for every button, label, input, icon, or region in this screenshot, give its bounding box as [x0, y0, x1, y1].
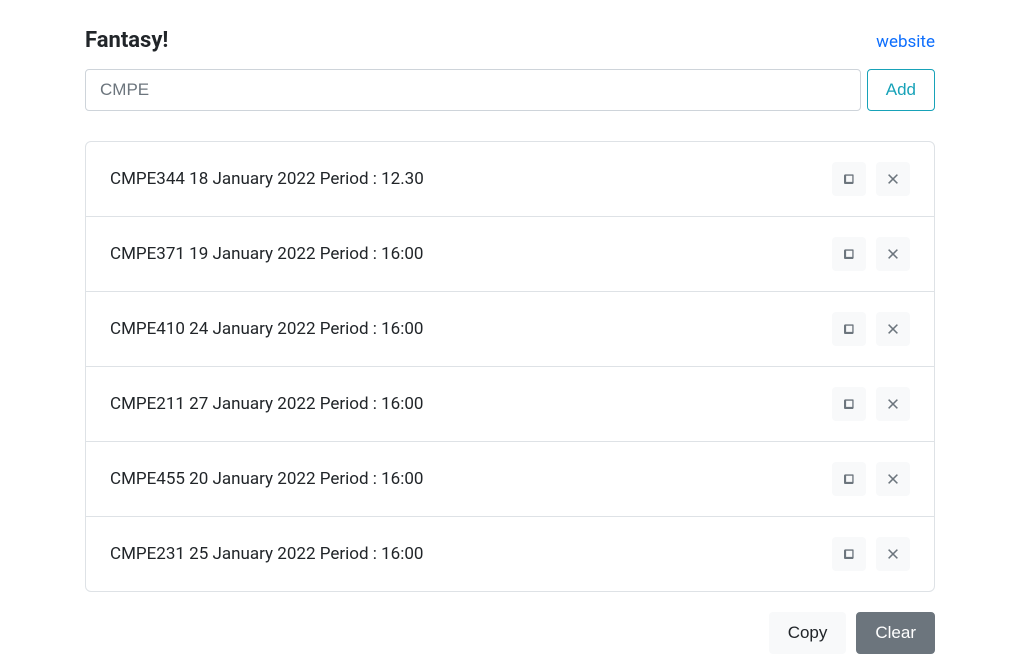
course-input[interactable] [85, 69, 861, 111]
close-icon[interactable] [876, 387, 910, 421]
item-actions [832, 537, 910, 571]
page-title: Fantasy! [85, 28, 168, 53]
list-item: CMPE455 20 January 2022 Period : 16:00 [86, 442, 934, 517]
close-icon[interactable] [876, 462, 910, 496]
list-item: CMPE410 24 January 2022 Period : 16:00 [86, 292, 934, 367]
list-item: CMPE211 27 January 2022 Period : 16:00 [86, 367, 934, 442]
item-actions [832, 387, 910, 421]
item-actions [832, 312, 910, 346]
list-item: CMPE371 19 January 2022 Period : 16:00 [86, 217, 934, 292]
item-actions [832, 237, 910, 271]
website-link[interactable]: website [876, 32, 935, 52]
item-actions [832, 462, 910, 496]
close-icon[interactable] [876, 237, 910, 271]
checkbox-icon[interactable] [832, 462, 866, 496]
list-item: CMPE231 25 January 2022 Period : 16:00 [86, 517, 934, 591]
close-icon[interactable] [876, 162, 910, 196]
add-button[interactable]: Add [867, 69, 935, 111]
checkbox-icon[interactable] [832, 162, 866, 196]
close-icon[interactable] [876, 537, 910, 571]
item-actions [832, 162, 910, 196]
item-text: CMPE211 27 January 2022 Period : 16:00 [110, 394, 423, 414]
item-list: CMPE344 18 January 2022 Period : 12.30 CM… [85, 141, 935, 592]
checkbox-icon[interactable] [832, 312, 866, 346]
checkbox-icon[interactable] [832, 237, 866, 271]
item-text: CMPE371 19 January 2022 Period : 16:00 [110, 244, 423, 264]
close-icon[interactable] [876, 312, 910, 346]
copy-button[interactable]: Copy [769, 612, 847, 654]
list-item: CMPE344 18 January 2022 Period : 12.30 [86, 142, 934, 217]
clear-button[interactable]: Clear [856, 612, 935, 654]
item-text: CMPE344 18 January 2022 Period : 12.30 [110, 169, 424, 189]
item-text: CMPE231 25 January 2022 Period : 16:00 [110, 544, 423, 564]
checkbox-icon[interactable] [832, 537, 866, 571]
item-text: CMPE455 20 January 2022 Period : 16:00 [110, 469, 423, 489]
item-text: CMPE410 24 January 2022 Period : 16:00 [110, 319, 423, 339]
checkbox-icon[interactable] [832, 387, 866, 421]
